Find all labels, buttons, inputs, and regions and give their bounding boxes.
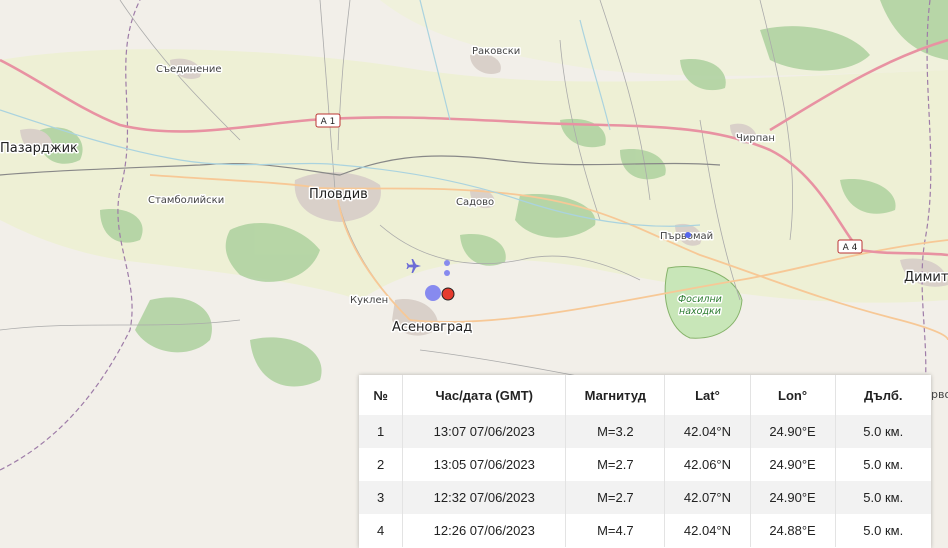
cell-lat: 42.04°N [664, 415, 751, 448]
cell-no: 3 [359, 481, 404, 514]
table-row[interactable]: 3 12:32 07/06/2023 M=2.7 42.07°N 24.90°E… [359, 481, 931, 514]
cell-lat: 42.07°N [664, 481, 751, 514]
label-fossil-line2: находки [679, 306, 721, 317]
cell-lat: 42.06°N [664, 448, 751, 481]
cell-depth: 5.0 км. [835, 481, 931, 514]
label-rakovski: Раковски [472, 46, 520, 57]
cell-mag: M=2.7 [565, 481, 666, 514]
table-row[interactable]: 4 12:26 07/06/2023 M=4.7 42.04°N 24.88°E… [359, 514, 931, 547]
shield-a1-label: A 1 [321, 117, 336, 127]
shield-a4-label: A 4 [843, 243, 858, 253]
quake-marker-1[interactable] [441, 287, 455, 301]
label-saedinenie: Съединение [156, 64, 222, 75]
col-header-mag: Магнитуд [565, 375, 666, 415]
cell-lon: 24.90°E [750, 448, 836, 481]
col-header-lon: Lon° [750, 375, 836, 415]
label-pazardzhik: Пазарджик [0, 141, 78, 156]
cell-lon: 24.90°E [750, 415, 836, 448]
label-edge-partial: рво [931, 388, 948, 401]
col-header-time: Час/дата (GMT) [402, 375, 567, 415]
quake-marker-parvomay[interactable] [685, 232, 691, 238]
quake-marker-4[interactable] [425, 285, 441, 301]
cell-time: 12:32 07/06/2023 [402, 481, 567, 514]
label-kuklen: Куклен [350, 295, 388, 306]
cell-time: 13:05 07/06/2023 [402, 448, 567, 481]
shield-a1: A 1 [315, 113, 341, 128]
cell-no: 4 [359, 514, 404, 547]
cell-lon: 24.88°E [750, 514, 836, 547]
table-row[interactable]: 2 13:05 07/06/2023 M=2.7 42.06°N 24.90°E… [359, 448, 931, 481]
cell-time: 13:07 07/06/2023 [402, 415, 567, 448]
cell-no: 2 [359, 448, 404, 481]
col-header-no: № [359, 375, 404, 415]
cell-mag: M=2.7 [565, 448, 666, 481]
earthquake-table: № Час/дата (GMT) Магнитуд Lat° Lon° Дълб… [359, 375, 931, 547]
label-dimitrovgrad: Димит [904, 270, 948, 285]
label-asenovgrad: Асеновград [392, 320, 472, 335]
cell-depth: 5.0 км. [863, 457, 904, 472]
quake-marker-3[interactable] [444, 270, 450, 276]
shield-a4: A 4 [837, 239, 863, 254]
earthquake-table-panel: № Час/дата (GMT) Магнитуд Lat° Lon° Дълб… [359, 375, 931, 548]
cell-lat: 42.04°N [664, 514, 751, 547]
cell-lon: 24.90°E [750, 481, 836, 514]
label-chirpan: Чирпан [736, 133, 775, 144]
cell-time: 12:26 07/06/2023 [402, 514, 567, 547]
label-fossil-line1: Фосилни [678, 294, 722, 305]
cell-depth: 5.0 км. [863, 523, 904, 538]
quake-marker-2[interactable] [444, 260, 450, 266]
cell-mag: M=3.2 [565, 415, 666, 448]
col-header-depth: Дълб. [864, 387, 903, 403]
label-sadovo: Садово [456, 197, 494, 208]
cell-no: 1 [359, 415, 404, 448]
label-plovdiv: Пловдив [309, 187, 368, 202]
label-stamboliyski: Стамболийски [148, 195, 224, 206]
table-row[interactable]: 1 13:07 07/06/2023 M=3.2 42.04°N 24.90°E… [359, 415, 931, 448]
col-header-lat: Lat° [664, 375, 751, 415]
table-header-row: № Час/дата (GMT) Магнитуд Lat° Lon° Дълб… [359, 375, 931, 415]
cell-depth: 5.0 км. [835, 415, 931, 448]
cell-mag: M=4.7 [565, 514, 666, 547]
